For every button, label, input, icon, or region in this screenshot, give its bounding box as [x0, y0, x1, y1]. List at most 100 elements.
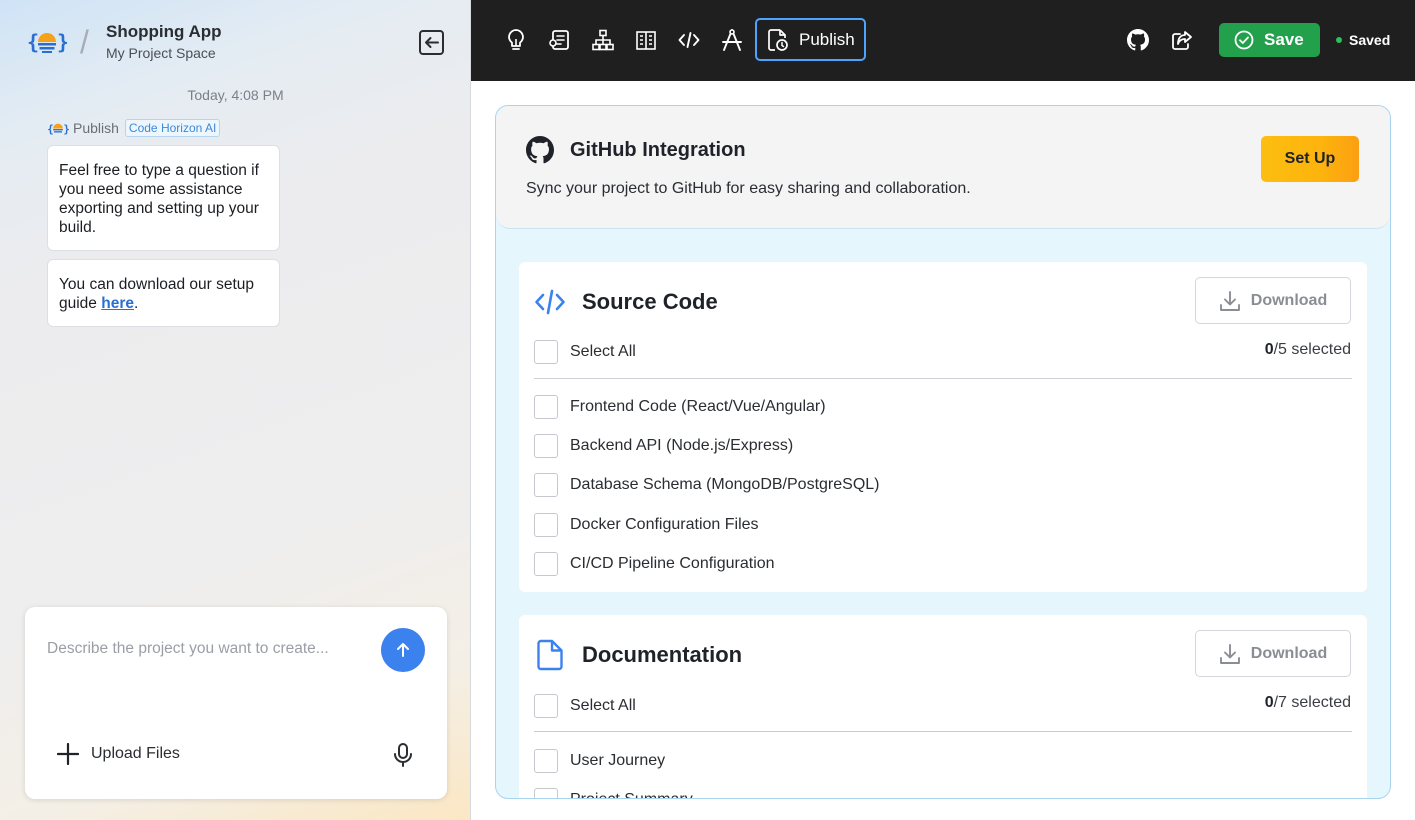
- list-item[interactable]: Docker Configuration Files: [534, 513, 759, 537]
- code-tool-button[interactable]: [676, 27, 702, 53]
- list-item[interactable]: Backend API (Node.js/Express): [534, 434, 793, 458]
- item-label: User Journey: [570, 752, 666, 769]
- document-icon: [549, 30, 569, 50]
- item-checkbox[interactable]: [534, 749, 558, 773]
- status-dot-icon: [1336, 37, 1342, 43]
- source-code-download-button[interactable]: Download: [1195, 277, 1351, 324]
- item-label: CI/CD Pipeline Configuration: [570, 555, 775, 572]
- item-label: Docker Configuration Files: [570, 516, 759, 533]
- select-all-checkbox[interactable]: [534, 340, 558, 364]
- top-toolbar: Publish Save Saved: [471, 0, 1415, 81]
- arrow-up-icon: [397, 643, 409, 657]
- github-icon: [1127, 29, 1149, 51]
- selected-count: 0: [1264, 694, 1274, 711]
- selected-total: /5 selected: [1273, 341, 1351, 358]
- publish-tab-label: Publish: [799, 29, 855, 49]
- plus-icon: [57, 743, 79, 765]
- building-icon: [636, 31, 656, 50]
- item-label: Frontend Code (React/Vue/Angular): [570, 398, 826, 415]
- publish-file-icon: [768, 28, 788, 51]
- design-icon: [722, 29, 742, 51]
- microphone-icon[interactable]: [392, 743, 414, 767]
- select-all-checkbox[interactable]: [534, 694, 558, 718]
- sender-name: Publish: [73, 120, 119, 136]
- sitemap-icon: [592, 29, 614, 51]
- project-space: My Project Space: [106, 45, 216, 61]
- save-button[interactable]: Save: [1219, 23, 1320, 57]
- list-item[interactable]: Database Schema (MongoDB/PostgreSQL): [534, 473, 879, 497]
- list-item[interactable]: Project Summary: [534, 788, 693, 798]
- save-status: Saved: [1336, 32, 1390, 48]
- item-checkbox[interactable]: [534, 473, 558, 497]
- collapse-panel-icon[interactable]: [418, 29, 445, 56]
- divider: [534, 731, 1352, 732]
- message-text: .: [133, 295, 139, 312]
- document-icon: [537, 639, 563, 671]
- upload-files-button[interactable]: Upload Files: [57, 743, 180, 765]
- chat-composer: Upload Files: [25, 607, 447, 799]
- item-checkbox[interactable]: [534, 552, 558, 576]
- select-all-row[interactable]: Select All: [534, 694, 636, 718]
- github-title: GitHub Integration: [570, 139, 746, 161]
- list-item[interactable]: CI/CD Pipeline Configuration: [534, 552, 775, 576]
- svg-text:}: }: [63, 122, 69, 135]
- brand-logo-icon: { }: [27, 30, 67, 54]
- selection-count: 0/7 selected: [1265, 694, 1351, 712]
- prompt-input[interactable]: [47, 629, 377, 669]
- select-all-label: Select All: [570, 343, 636, 360]
- selected-count: 0: [1264, 341, 1274, 358]
- structure-tool-button[interactable]: [590, 27, 616, 53]
- breadcrumb-separator: /: [80, 24, 89, 60]
- download-icon: [1219, 290, 1240, 311]
- item-label: Project Summary: [570, 791, 693, 798]
- message-text: You can download our setup guide: [59, 276, 255, 312]
- list-item[interactable]: User Journey: [534, 749, 665, 773]
- document-tool-button[interactable]: [547, 27, 573, 53]
- svg-text:{: {: [47, 122, 53, 135]
- selection-count: 0/5 selected: [1265, 341, 1351, 359]
- github-button[interactable]: [1125, 27, 1151, 53]
- item-checkbox[interactable]: [534, 513, 558, 537]
- item-checkbox[interactable]: [534, 395, 558, 419]
- lightbulb-icon: [508, 29, 524, 50]
- github-icon: [526, 136, 554, 164]
- save-status-label: Saved: [1349, 32, 1391, 48]
- chat-message: You can download our setup guide here.: [47, 259, 280, 327]
- brand-logo-icon: { }: [47, 122, 69, 135]
- setup-guide-link[interactable]: here: [101, 295, 134, 312]
- github-integration-card: GitHub Integration Sync your project to …: [496, 106, 1390, 229]
- selected-total: /7 selected: [1273, 694, 1351, 711]
- list-item[interactable]: Frontend Code (React/Vue/Angular): [534, 395, 826, 419]
- ai-badge: Code Horizon AI: [124, 119, 221, 137]
- tab-publish[interactable]: Publish: [755, 18, 866, 61]
- item-label: Backend API (Node.js/Express): [570, 437, 794, 454]
- source-code-section: Source Code Download Select All 0/5 sele…: [519, 262, 1367, 592]
- select-all-row[interactable]: Select All: [534, 340, 636, 364]
- chat-timestamp: Today, 4:08 PM: [187, 87, 284, 103]
- github-description: Sync your project to GitHub for easy sha…: [526, 180, 971, 197]
- item-checkbox[interactable]: [534, 788, 558, 798]
- download-label: Download: [1250, 644, 1328, 662]
- ideas-tool-button[interactable]: [503, 27, 529, 53]
- message-sender: { } Publish Code Horizon AI: [47, 119, 221, 137]
- download-icon: [1219, 643, 1240, 664]
- upload-files-label: Upload Files: [91, 745, 180, 762]
- svg-text:}: }: [57, 30, 67, 54]
- svg-text:{: {: [27, 30, 39, 54]
- send-button[interactable]: [381, 628, 425, 672]
- select-all-label: Select All: [570, 697, 636, 714]
- github-setup-button[interactable]: Set Up: [1261, 136, 1359, 182]
- divider: [534, 378, 1352, 379]
- share-icon: [1172, 31, 1192, 50]
- publish-container: GitHub Integration Sync your project to …: [495, 105, 1391, 799]
- project-title: Shopping App: [106, 22, 222, 41]
- item-checkbox[interactable]: [534, 434, 558, 458]
- chat-panel: { } / Shopping App My Project Space Toda…: [0, 0, 471, 820]
- documentation-download-button[interactable]: Download: [1195, 630, 1351, 677]
- share-button[interactable]: [1169, 27, 1195, 53]
- design-tool-button[interactable]: [719, 27, 745, 53]
- publish-panel: GitHub Integration Sync your project to …: [471, 81, 1415, 820]
- code-icon: [535, 289, 565, 315]
- architecture-tool-button[interactable]: [633, 27, 659, 53]
- item-label: Database Schema (MongoDB/PostgreSQL): [570, 476, 880, 493]
